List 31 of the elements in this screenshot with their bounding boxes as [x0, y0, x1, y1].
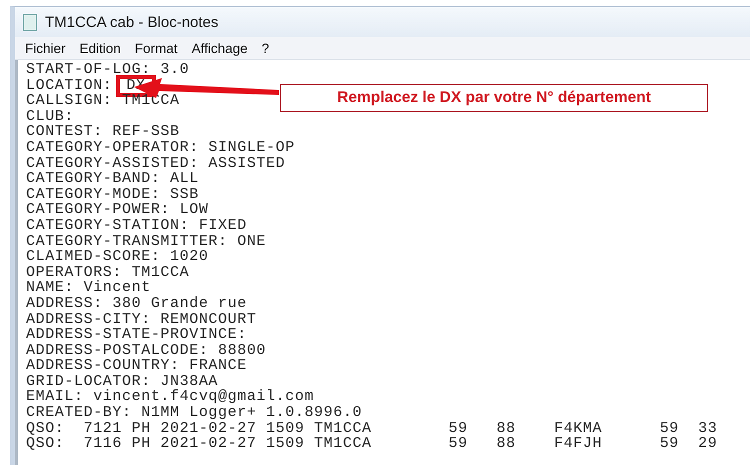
text-line: ADDRESS: 380 Grande rue	[26, 296, 247, 312]
text-line: OPERATORS: TM1CCA	[26, 264, 190, 280]
annotation-callout: Remplacez le DX par votre N° département	[280, 84, 708, 112]
notepad-icon	[23, 14, 37, 30]
text-line: CONTEST: REF-SSB	[26, 124, 180, 140]
text-line: ADDRESS-CITY: REMONCOURT	[26, 312, 256, 328]
text-line: CATEGORY-STATION: FIXED	[26, 218, 247, 234]
text-line: CATEGORY-POWER: LOW	[26, 202, 208, 218]
text-line: CATEGORY-MODE: SSB	[26, 186, 199, 202]
menu-item[interactable]: Edition	[80, 40, 121, 56]
text-line: QSO: 7121 PH 2021-02-27 1509 TM1CCA 59 88 F4KMA 59 33	[26, 420, 718, 436]
text-line: LOCATION:	[26, 76, 112, 94]
text-line: CREATED-BY: N1MM Logger+ 1.0.8996.0	[26, 405, 362, 421]
menu-item[interactable]: Fichier	[25, 40, 66, 56]
text-line: QSO: 7116 PH 2021-02-27 1509 TM1CCA 59 88 F4FJH 59 29	[26, 436, 718, 452]
text-line: CATEGORY-OPERATOR: SINGLE-OP	[26, 140, 295, 156]
menu-item[interactable]: ?	[262, 40, 270, 56]
text-line: GRID-LOCATOR: JN38AA	[26, 374, 218, 390]
text-line: CATEGORY-ASSISTED: ASSISTED	[26, 156, 286, 172]
window-title: TM1CCA cab - Bloc-notes	[45, 14, 218, 30]
text-line: CLUB:	[26, 108, 74, 124]
text-line: ADDRESS-POSTALCODE: 88800	[26, 342, 266, 358]
text-line: NAME: Vincent	[26, 280, 151, 296]
text-line: ADDRESS-STATE-PROVINCE:	[26, 327, 247, 343]
menu-item[interactable]: Format	[134, 40, 178, 56]
text-line: EMAIL: vincent.f4cvq@gmail.com	[26, 389, 314, 406]
text-line: CLAIMED-SCORE: 1020	[26, 249, 208, 265]
text-line: CATEGORY-BAND: ALL	[26, 171, 199, 187]
text-line: CATEGORY-TRANSMITTER: ONE	[26, 234, 266, 250]
menu-item[interactable]: Affichage	[192, 40, 248, 56]
text-line: ADDRESS-COUNTRY: FRANCE	[26, 358, 247, 374]
